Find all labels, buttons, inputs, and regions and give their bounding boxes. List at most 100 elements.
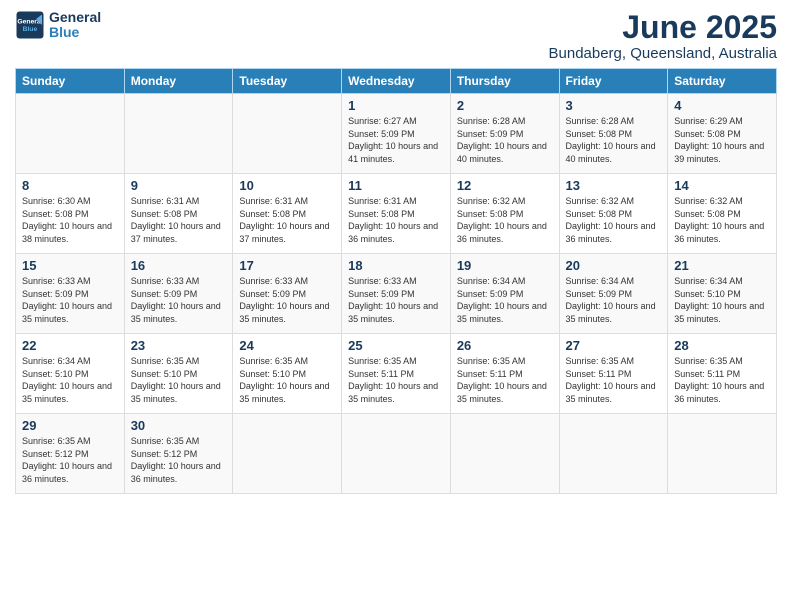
day-number: 19 [457,258,553,273]
location-title: Bundaberg, Queensland, Australia [549,45,778,62]
calendar-cell: 11Sunrise: 6:31 AMSunset: 5:08 PMDayligh… [342,174,451,254]
day-info: Sunrise: 6:33 AMSunset: 5:09 PMDaylight:… [348,275,444,325]
day-number: 13 [566,178,662,193]
calendar-cell [233,94,342,174]
day-info: Sunrise: 6:28 AMSunset: 5:09 PMDaylight:… [457,115,553,165]
calendar-cell: 12Sunrise: 6:32 AMSunset: 5:08 PMDayligh… [450,174,559,254]
day-info: Sunrise: 6:28 AMSunset: 5:08 PMDaylight:… [566,115,662,165]
logo-text: GeneralBlue [49,10,101,41]
header-sunday: Sunday [16,69,125,94]
calendar-cell [124,94,233,174]
calendar-cell: 25Sunrise: 6:35 AMSunset: 5:11 PMDayligh… [342,334,451,414]
header-saturday: Saturday [668,69,777,94]
header-thursday: Thursday [450,69,559,94]
calendar-week-row: 15 Sunrise: 6:33 AMSunset: 5:09 PMDayligh… [16,254,777,334]
calendar-cell: 17 Sunrise: 6:33 AMSunset: 5:09 PMDayligh… [233,254,342,334]
calendar-cell: 19 Sunrise: 6:34 AMSunset: 5:09 PMDayligh… [450,254,559,334]
calendar-cell [559,414,668,494]
day-number: 26 [457,338,553,353]
day-info: Sunrise: 6:34 AMSunset: 5:09 PMDaylight:… [457,275,553,325]
calendar-week-row: 8 Sunrise: 6:30 AMSunset: 5:08 PMDaylight… [16,174,777,254]
day-number: 21 [674,258,770,273]
day-info: Sunrise: 6:34 AMSunset: 5:09 PMDaylight:… [566,275,662,325]
calendar-cell: 28 Sunrise: 6:35 AMSunset: 5:11 PMDayligh… [668,334,777,414]
calendar-week-row: 22 Sunrise: 6:34 AMSunset: 5:10 PMDayligh… [16,334,777,414]
day-number: 4 [674,98,770,113]
calendar-cell: 21 Sunrise: 6:34 AMSunset: 5:10 PMDayligh… [668,254,777,334]
day-number: 30 [131,418,227,433]
day-info: Sunrise: 6:35 AMSunset: 5:11 PMDaylight:… [457,355,553,405]
day-info: Sunrise: 6:31 AMSunset: 5:08 PMDaylight:… [239,195,335,245]
calendar-cell [450,414,559,494]
day-info: Sunrise: 6:29 AMSunset: 5:08 PMDaylight:… [674,115,770,165]
day-info: Sunrise: 6:35 AMSunset: 5:11 PMDaylight:… [674,355,770,405]
day-number: 14 [674,178,770,193]
day-info: Sunrise: 6:30 AMSunset: 5:08 PMDaylight:… [22,195,118,245]
calendar-cell: 27 Sunrise: 6:35 AMSunset: 5:11 PMDayligh… [559,334,668,414]
day-info: Sunrise: 6:35 AMSunset: 5:10 PMDaylight:… [239,355,335,405]
day-number: 18 [348,258,444,273]
day-info: Sunrise: 6:33 AMSunset: 5:09 PMDaylight:… [239,275,335,325]
calendar-cell: 20 Sunrise: 6:34 AMSunset: 5:09 PMDayligh… [559,254,668,334]
calendar-cell [16,94,125,174]
day-number: 3 [566,98,662,113]
calendar-table: Sunday Monday Tuesday Wednesday Thursday… [15,68,777,494]
logo-icon: General Blue [15,10,45,40]
calendar-cell: 9 Sunrise: 6:31 AMSunset: 5:08 PMDaylight… [124,174,233,254]
calendar-cell: 4 Sunrise: 6:29 AMSunset: 5:08 PMDaylight… [668,94,777,174]
day-number: 8 [22,178,118,193]
calendar-cell: 22 Sunrise: 6:34 AMSunset: 5:10 PMDayligh… [16,334,125,414]
calendar-cell: 14 Sunrise: 6:32 AMSunset: 5:08 PMDayligh… [668,174,777,254]
calendar-cell: 10Sunrise: 6:31 AMSunset: 5:08 PMDayligh… [233,174,342,254]
day-info: Sunrise: 6:34 AMSunset: 5:10 PMDaylight:… [22,355,118,405]
title-block: June 2025 Bundaberg, Queensland, Austral… [549,10,778,62]
calendar-cell [342,414,451,494]
day-info: Sunrise: 6:31 AMSunset: 5:08 PMDaylight:… [131,195,227,245]
weekday-header-row: Sunday Monday Tuesday Wednesday Thursday… [16,69,777,94]
day-info: Sunrise: 6:31 AMSunset: 5:08 PMDaylight:… [348,195,444,245]
calendar-cell: 16Sunrise: 6:33 AMSunset: 5:09 PMDayligh… [124,254,233,334]
day-info: Sunrise: 6:33 AMSunset: 5:09 PMDaylight:… [22,275,118,325]
header-friday: Friday [559,69,668,94]
page-container: General Blue GeneralBlue June 2025 Bunda… [0,0,792,504]
day-number: 2 [457,98,553,113]
day-info: Sunrise: 6:34 AMSunset: 5:10 PMDaylight:… [674,275,770,325]
day-number: 27 [566,338,662,353]
day-info: Sunrise: 6:35 AMSunset: 5:10 PMDaylight:… [131,355,227,405]
calendar-cell: 18 Sunrise: 6:33 AMSunset: 5:09 PMDayligh… [342,254,451,334]
calendar-cell: 30 Sunrise: 6:35 AMSunset: 5:12 PMDayligh… [124,414,233,494]
day-number: 24 [239,338,335,353]
calendar-cell: 24 Sunrise: 6:35 AMSunset: 5:10 PMDayligh… [233,334,342,414]
header-tuesday: Tuesday [233,69,342,94]
day-number: 22 [22,338,118,353]
day-info: Sunrise: 6:35 AMSunset: 5:12 PMDaylight:… [131,435,227,485]
calendar-cell: 8 Sunrise: 6:30 AMSunset: 5:08 PMDaylight… [16,174,125,254]
day-info: Sunrise: 6:32 AMSunset: 5:08 PMDaylight:… [457,195,553,245]
day-number: 29 [22,418,118,433]
day-number: 17 [239,258,335,273]
day-number: 9 [131,178,227,193]
day-number: 23 [131,338,227,353]
calendar-cell: 2 Sunrise: 6:28 AMSunset: 5:09 PMDaylight… [450,94,559,174]
day-info: Sunrise: 6:27 AMSunset: 5:09 PMDaylight:… [348,115,444,165]
header-wednesday: Wednesday [342,69,451,94]
calendar-cell: 1 Sunrise: 6:27 AMSunset: 5:09 PMDaylight… [342,94,451,174]
month-title: June 2025 [549,10,778,45]
calendar-week-row: 29 Sunrise: 6:35 AMSunset: 5:12 PMDayligh… [16,414,777,494]
day-number: 1 [348,98,444,113]
calendar-cell: 15 Sunrise: 6:33 AMSunset: 5:09 PMDayligh… [16,254,125,334]
calendar-cell: 26 Sunrise: 6:35 AMSunset: 5:11 PMDayligh… [450,334,559,414]
day-number: 28 [674,338,770,353]
calendar-cell [233,414,342,494]
day-info: Sunrise: 6:32 AMSunset: 5:08 PMDaylight:… [566,195,662,245]
day-number: 15 [22,258,118,273]
calendar-cell [668,414,777,494]
day-info: Sunrise: 6:32 AMSunset: 5:08 PMDaylight:… [674,195,770,245]
day-number: 16 [131,258,227,273]
header-monday: Monday [124,69,233,94]
day-number: 20 [566,258,662,273]
calendar-cell: 23 Sunrise: 6:35 AMSunset: 5:10 PMDayligh… [124,334,233,414]
day-info: Sunrise: 6:35 AMSunset: 5:11 PMDaylight:… [566,355,662,405]
day-number: 25 [348,338,444,353]
svg-text:Blue: Blue [23,26,38,33]
